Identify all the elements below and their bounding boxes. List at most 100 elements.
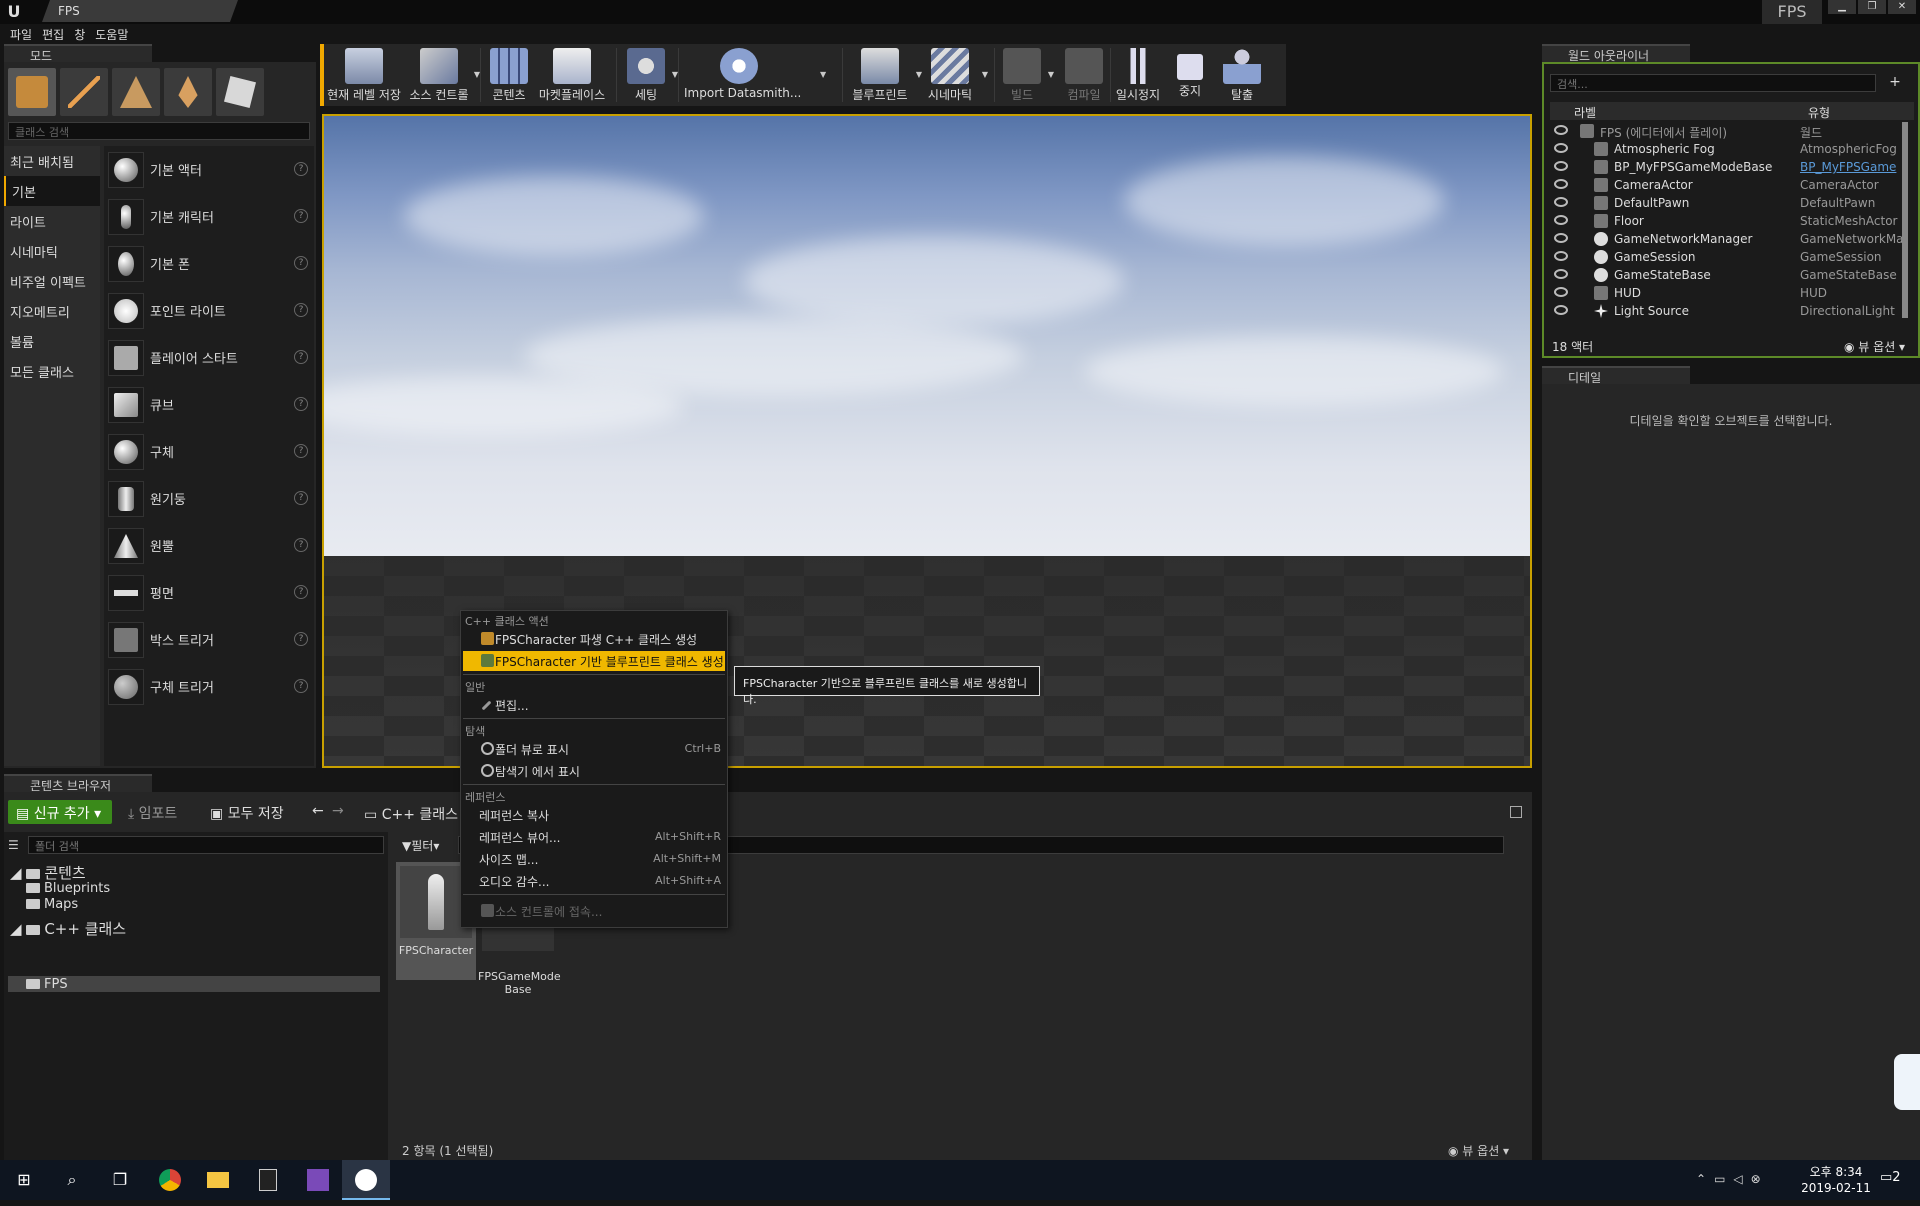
explorer-button[interactable] — [194, 1160, 242, 1200]
help-icon[interactable]: ? — [294, 350, 308, 364]
outliner-scrollbar[interactable] — [1902, 122, 1908, 318]
clock[interactable]: 오후 8:34 2019-02-11 — [1786, 1164, 1886, 1196]
eye-icon[interactable] — [1554, 125, 1568, 135]
maximize-button[interactable]: ❐ — [1858, 0, 1886, 14]
show-in-folder-view-item[interactable]: 폴더 뷰로 표시 Ctrl+B — [463, 739, 725, 759]
eye-icon[interactable] — [1554, 269, 1568, 279]
category-basic[interactable]: 기본 — [4, 176, 100, 206]
placeable-item[interactable]: 평면? — [104, 569, 314, 616]
teamviewer-widget[interactable] — [1894, 1054, 1920, 1110]
search-button[interactable]: ⌕ — [48, 1160, 96, 1200]
filter-button[interactable]: ▼필터▾ — [398, 836, 448, 854]
outliner-row[interactable]: Light Source DirectionalLight — [1550, 302, 1902, 320]
outliner-row[interactable]: HUD HUD — [1550, 284, 1902, 302]
save-all-button[interactable]: ▣ 모두 저장 — [204, 800, 290, 824]
placeable-item[interactable]: 포인트 라이트? — [104, 287, 314, 334]
category-visual-effects[interactable]: 비주얼 이펙트 — [4, 266, 100, 296]
outliner-row[interactable]: DefaultPawn DefaultPawn — [1550, 194, 1902, 212]
content-button[interactable]: 콘텐츠 — [486, 44, 532, 106]
menu-help[interactable]: 도움말 — [95, 24, 138, 44]
size-map-item[interactable]: 사이즈 맵... Alt+Shift+M — [463, 849, 725, 869]
tree-node-fps[interactable]: FPS — [26, 977, 68, 992]
tree-node-blueprints[interactable]: Blueprints — [26, 881, 110, 896]
placeable-item[interactable]: 구체 트리거? — [104, 663, 314, 710]
lock-icon[interactable] — [1510, 806, 1522, 818]
eye-icon[interactable] — [1554, 305, 1568, 315]
eject-button[interactable]: 탈출 — [1220, 44, 1264, 106]
edit-item[interactable]: 편집... — [463, 695, 725, 715]
placeable-item[interactable]: 기본 캐릭터? — [104, 193, 314, 240]
help-icon[interactable]: ? — [294, 303, 308, 317]
placeable-item[interactable]: 큐브? — [104, 381, 314, 428]
help-icon[interactable]: ? — [294, 585, 308, 599]
import-button[interactable]: ⤓ 임포트 — [122, 800, 183, 824]
show-in-explorer-item[interactable]: 탐색기 에서 표시 — [463, 761, 725, 781]
category-volumes[interactable]: 볼륨 — [4, 326, 100, 356]
import-datasmith-button[interactable]: Import Datasmith... — [684, 44, 801, 106]
help-icon[interactable]: ? — [294, 162, 308, 176]
dropdown-arrow-icon[interactable]: ▼ — [982, 70, 988, 79]
save-level-button[interactable]: 현재 레벨 저장 — [326, 44, 402, 106]
tree-node-content[interactable]: ◢ 콘텐츠 — [10, 862, 86, 883]
placeable-item[interactable]: 박스 트리거? — [104, 616, 314, 663]
build-button[interactable]: 빌드 ▼ — [1000, 44, 1054, 106]
landscape-mode-button[interactable] — [112, 68, 160, 116]
stop-button[interactable]: 중지 — [1170, 44, 1210, 106]
close-button[interactable]: ✕ — [1888, 0, 1916, 14]
content-view-options[interactable]: ◉ 뷰 옵션 ▾ — [1448, 1142, 1509, 1159]
chrome-button[interactable] — [146, 1160, 194, 1200]
eye-icon[interactable] — [1554, 161, 1568, 171]
category-cinematic[interactable]: 시네마틱 — [4, 236, 100, 266]
system-tray[interactable]: ⌃▭◁⊗ — [1696, 1172, 1769, 1186]
outliner-root-row[interactable]: FPS (에디터에서 플레이) 월드 — [1550, 122, 1902, 140]
help-icon[interactable]: ? — [294, 209, 308, 223]
outliner-type-link[interactable]: BP_MyFPSGame — [1800, 160, 1904, 174]
category-recent[interactable]: 최근 배치됨 — [4, 146, 100, 176]
epic-launcher-button[interactable] — [244, 1160, 292, 1200]
eye-icon[interactable] — [1554, 143, 1568, 153]
outliner-view-options[interactable]: ◉ 뷰 옵션 ▾ — [1844, 338, 1905, 355]
list-icon[interactable]: ☰ — [8, 838, 24, 852]
volume-icon[interactable]: ◁ — [1733, 1172, 1750, 1186]
forward-button[interactable]: → — [326, 800, 350, 824]
breadcrumb[interactable]: ▭ C++ 클래스 — [364, 804, 458, 824]
unknown-tray-icon[interactable]: ⊗ — [1751, 1172, 1769, 1186]
pause-button[interactable]: 일시정지 — [1114, 44, 1162, 106]
category-lights[interactable]: 라이트 — [4, 206, 100, 236]
category-all-classes[interactable]: 모든 클래스 — [4, 356, 100, 386]
eye-icon[interactable] — [1554, 233, 1568, 243]
eye-icon[interactable] — [1554, 197, 1568, 207]
details-tab[interactable]: 디테일 — [1542, 366, 1690, 385]
content-browser-tab[interactable]: 콘텐츠 브라우저 — [4, 774, 152, 793]
eye-icon[interactable] — [1554, 251, 1568, 261]
audit-item[interactable]: 오디오 감수... Alt+Shift+A — [463, 871, 725, 891]
placeable-item[interactable]: 원기둥? — [104, 475, 314, 522]
outliner-search-input[interactable]: 검색... — [1550, 74, 1876, 92]
help-icon[interactable]: ? — [294, 679, 308, 693]
create-cpp-subclass-item[interactable]: FPSCharacter 파생 C++ 클래스 생성 — [463, 629, 725, 649]
notification-button[interactable]: ▭2 — [1880, 1170, 1901, 1185]
outliner-row[interactable]: GameNetworkManager GameNetworkMar — [1550, 230, 1904, 248]
copy-reference-item[interactable]: 레퍼런스 복사 — [463, 805, 725, 825]
placeable-item[interactable]: 원뿔? — [104, 522, 314, 569]
placeable-item[interactable]: 플레이어 스타트? — [104, 334, 314, 381]
reference-viewer-item[interactable]: 레퍼런스 뷰어... Alt+Shift+R — [463, 827, 725, 847]
unreal-editor-button[interactable] — [342, 1160, 390, 1200]
minimize-button[interactable]: ▁ — [1828, 0, 1856, 14]
task-view-button[interactable]: ❐ — [96, 1160, 144, 1200]
outliner-row[interactable]: Floor StaticMeshActor — [1550, 212, 1902, 230]
place-mode-button[interactable] — [8, 68, 56, 116]
menu-window[interactable]: 창 — [74, 24, 95, 44]
add-icon[interactable]: + — [1886, 74, 1904, 92]
start-button[interactable]: ⊞ — [0, 1160, 48, 1200]
outliner-row[interactable]: CameraActor CameraActor — [1550, 176, 1902, 194]
create-blueprint-class-item[interactable]: FPSCharacter 기반 블루프린트 클래스 생성 — [463, 651, 725, 671]
outliner-row[interactable]: Atmospheric Fog AtmosphericFog — [1550, 140, 1902, 158]
folder-search-input[interactable]: 폴더 검색 — [28, 836, 384, 854]
paint-mode-button[interactable] — [60, 68, 108, 116]
menu-file[interactable]: 파일 — [10, 24, 42, 44]
foliage-mode-button[interactable] — [164, 68, 212, 116]
placeable-item[interactable]: 기본 액터? — [104, 146, 314, 193]
menu-edit[interactable]: 편집 — [42, 24, 74, 44]
placeable-item[interactable]: 구체? — [104, 428, 314, 475]
